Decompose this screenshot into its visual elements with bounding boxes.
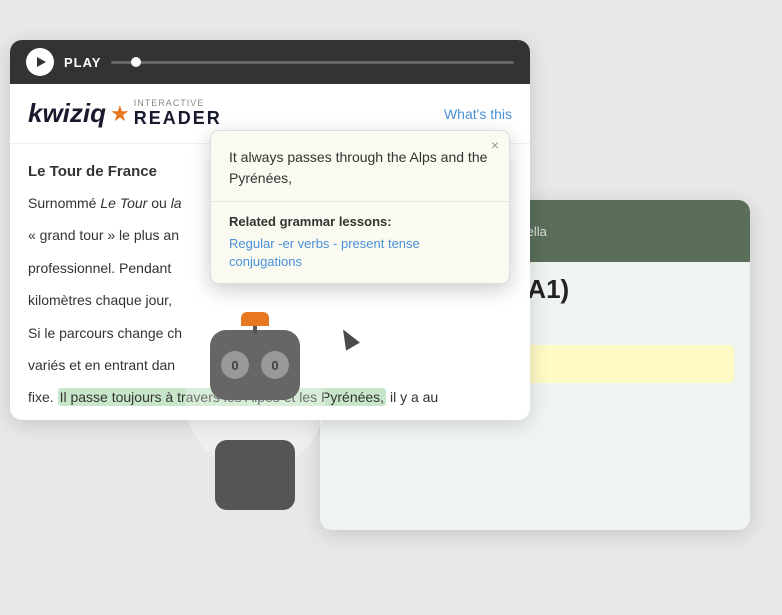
whats-this-link[interactable]: What's this — [444, 106, 512, 122]
para1-text: Surnommé Le Tour ou la — [28, 195, 182, 211]
play-button-icon — [37, 57, 46, 67]
para4-prefix: fixe. — [28, 389, 58, 405]
progress-bar[interactable] — [111, 61, 514, 64]
para4-suffix: il y a au — [386, 389, 438, 405]
tooltip-grammar-link[interactable]: Regular -er verbs - present tense conjug… — [229, 236, 420, 269]
tooltip-popup: × It always passes through the Alps and … — [210, 130, 510, 284]
tooltip-grammar: Related grammar lessons: Regular -er ver… — [211, 202, 509, 283]
tooltip-grammar-title: Related grammar lessons: — [229, 214, 491, 229]
para1-italic2: la — [171, 195, 182, 211]
robot-head: 0 0 — [210, 330, 300, 400]
progress-dot — [131, 57, 141, 67]
tooltip-translation: It always passes through the Alps and th… — [211, 131, 509, 202]
brand-reader: READER — [134, 109, 222, 129]
tooltip-close-button[interactable]: × — [491, 137, 499, 153]
antenna-hat — [241, 312, 269, 326]
brand-right: interactive READER — [134, 99, 222, 129]
play-label: PLAY — [64, 55, 101, 70]
brand-kwiziq: kwiziq — [28, 98, 106, 129]
robot-illustration: 0 0 — [185, 330, 325, 490]
brand-star-icon: ★ — [110, 101, 130, 127]
robot-body — [215, 440, 295, 510]
robot-eye-left: 0 — [221, 351, 249, 379]
antenna-stem — [253, 326, 257, 334]
robot-eye-right: 0 — [261, 351, 289, 379]
article-para-2b: kilomètres chaque jour, — [28, 289, 512, 311]
audio-bar: PLAY — [10, 40, 530, 84]
robot-antenna — [241, 312, 269, 334]
para1-italic: Le Tour — [100, 195, 147, 211]
play-button[interactable] — [26, 48, 54, 76]
brand-logo: kwiziq ★ interactive READER — [28, 98, 222, 129]
